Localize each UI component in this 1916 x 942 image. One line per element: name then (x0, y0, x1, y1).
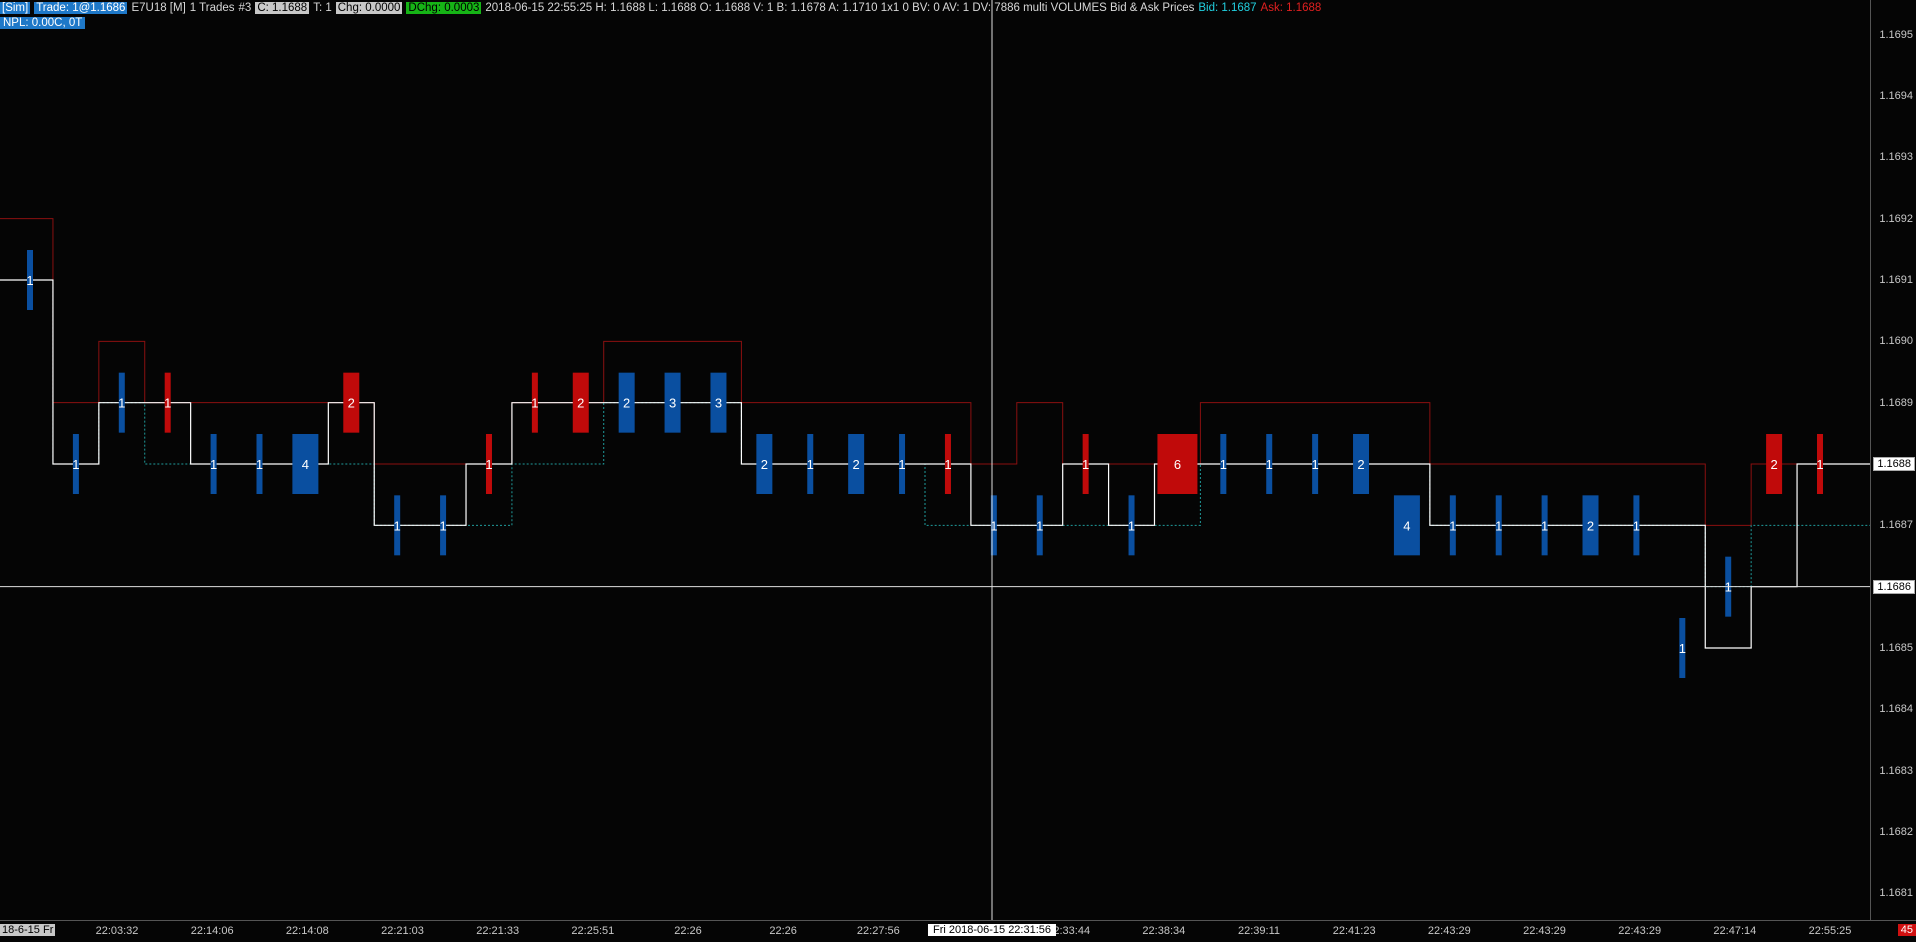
time-tick-label: 22:43:29 (1618, 925, 1662, 937)
volume-label: 1 (807, 457, 814, 472)
current-price-label: 1.1688 (1873, 457, 1915, 471)
volume-label: 1 (485, 457, 492, 472)
volume-label: 2 (577, 396, 584, 411)
price-tick-label: 1.1690 (1879, 335, 1913, 348)
time-tick-label: 22:41:23 (1332, 925, 1376, 937)
price-tick-label: 1.1684 (1879, 703, 1913, 716)
dchg-value: DChg: 0.0003 (406, 2, 482, 14)
volume-label: 1 (898, 457, 905, 472)
price-tick-label: 1.1681 (1879, 887, 1913, 900)
volume-label: 1 (1128, 518, 1135, 533)
price-tick-label: 1.1695 (1879, 28, 1913, 41)
volume-label: 3 (715, 396, 722, 411)
time-tick-label: 22:26 (674, 925, 702, 937)
time-tick-label: 22:43:29 (1427, 925, 1471, 937)
volume-label: 1 (531, 396, 538, 411)
crosshair-date-label: Fri 2018-06-15 22:31:56 (927, 924, 1057, 936)
volume-label: 1 (256, 457, 263, 472)
volume-label: 1 (1220, 457, 1227, 472)
volume-label: 1 (1266, 457, 1273, 472)
volume-label: 2 (623, 396, 630, 411)
trade-number: #3 (238, 2, 252, 14)
volume-label: 1 (990, 518, 997, 533)
volume-label: 1 (1679, 641, 1686, 656)
bar-info: 2018-06-15 22:55:25 H: 1.1688 L: 1.1688 … (485, 2, 1195, 14)
price-tick-label: 1.1692 (1879, 212, 1913, 225)
time-tick-label: 22:21:03 (381, 925, 424, 937)
chg-value: Chg: 0.0000 (335, 2, 403, 14)
price-tick-label: 1.1687 (1879, 519, 1913, 532)
volume-label: 1 (164, 396, 171, 411)
symbol-label: E7U18 [M] (131, 2, 186, 14)
price-tick-label: 1.1689 (1879, 396, 1913, 409)
volume-label: 3 (669, 396, 676, 411)
npl-badge: NPL: 0.00C, 0T (0, 17, 86, 29)
volume-label: 1 (118, 396, 125, 411)
crosshair-price-label: 1.1686 (1873, 579, 1915, 594)
volume-label: 2 (853, 457, 860, 472)
time-tick-label: 22:43:29 (1523, 925, 1566, 937)
volume-label: 1 (210, 457, 217, 472)
volume-label: 2 (1587, 518, 1594, 533)
bid-value: Bid: 1.1687 (1198, 2, 1257, 14)
corner-counter: 45 (1897, 924, 1916, 936)
volume-label: 2 (348, 396, 355, 411)
trade-info: Trade: 1@1.1686 (34, 2, 128, 14)
time-tick-label: 22:21:33 (476, 925, 520, 937)
ask-value: Ask: 1.1688 (1260, 2, 1322, 14)
time-tick-label: 22:27:56 (856, 925, 900, 937)
chart-plot[interactable]: 1111114211112233212111111611124111211121 (0, 0, 1870, 920)
volume-label: 1 (439, 518, 446, 533)
volume-label: 1 (1633, 518, 1640, 533)
time-tick-label: 22:55:25 (1808, 925, 1852, 937)
price-tick-label: 1.1685 (1879, 642, 1913, 654)
volume-label: 1 (394, 518, 401, 533)
time-tick-label: 22:38:34 (1142, 925, 1186, 937)
trades-count: 1 Trades (189, 2, 235, 14)
time-tick-label: 22:26 (769, 925, 797, 937)
price-tick-label: 1.1683 (1879, 764, 1913, 777)
volume-label: 6 (1174, 457, 1181, 472)
volume-label: 1 (1449, 518, 1456, 533)
price-tick-label: 1.1691 (1879, 274, 1913, 286)
time-tick-label: 22:39:11 (1237, 925, 1281, 937)
volume-label: 2 (1770, 457, 1777, 472)
time-axis[interactable]: 22:55:25 22:47:14 22:43:29 22:43:29 22:43:29… (0, 920, 1916, 942)
volume-label: 1 (944, 457, 951, 472)
volume-label: 1 (72, 457, 79, 472)
sim-tag: [Sim] (0, 2, 31, 14)
price-tick-label: 1.1693 (1879, 151, 1913, 164)
time-tick-label: 22:25:51 (571, 925, 615, 937)
volume-label: 2 (1357, 457, 1364, 472)
chart-header: [Sim] Trade: 1@1.1686 E7U18 [M] 1 Trades… (0, 0, 1325, 16)
volume-label: 1 (1541, 518, 1548, 533)
chart-area[interactable]: 1111114211112233212111111611124111211121 (0, 0, 1870, 920)
price-tick-label: 1.1694 (1879, 90, 1913, 102)
volume-label: 1 (1082, 457, 1089, 472)
close-value: C: 1.1688 (255, 2, 310, 14)
volume-label: 1 (1036, 518, 1043, 533)
volume-label: 4 (302, 457, 309, 472)
volume-label: 1 (26, 273, 33, 288)
time-tick-label: 22:47:14 (1713, 925, 1757, 937)
price-tick-label: 1.1682 (1879, 826, 1913, 838)
volume-label: 1 (1312, 457, 1319, 472)
time-tick-label: 22:14:06 (190, 925, 234, 937)
t-value: T: 1 (313, 2, 332, 14)
time-tick-label: 22:03:32 (95, 925, 139, 937)
price-axis[interactable]: 1.1695 1.1694 1.1693 1.1692 1.1691 1.1690 1.16… (1870, 0, 1916, 941)
volume-label: 2 (761, 457, 768, 472)
volume-label: 4 (1403, 518, 1410, 533)
volume-label: 1 (1495, 518, 1502, 533)
ask-line (0, 218, 1870, 526)
time-tick-label: 22:14:08 (285, 925, 329, 937)
volume-label: 1 (1816, 457, 1823, 472)
left-date-label: 18-6-15 Fr (0, 924, 56, 936)
